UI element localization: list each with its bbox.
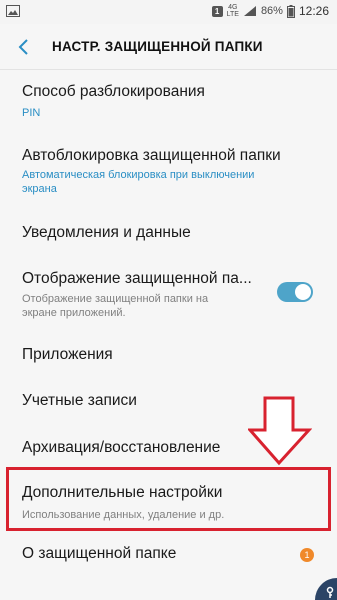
- notification-icons: [6, 5, 20, 20]
- signal-icon: [243, 6, 256, 16]
- battery-percent: 86%: [260, 5, 283, 17]
- update-badge: 1: [300, 548, 314, 562]
- clock: 12:26: [298, 4, 329, 18]
- down-arrow-icon: [248, 396, 312, 466]
- setting-unlock-method[interactable]: Способ разблокирования PIN: [0, 76, 337, 128]
- screen: 1 4G LTE 86% 12:26 НАСТР. ЗАЩИЩЕННОЙ ПАП…: [0, 0, 337, 600]
- battery-icon: [286, 4, 295, 18]
- setting-show-secure-folder[interactable]: Отображение защищенной па... Отображение…: [0, 262, 337, 332]
- status-bar: 1 4G LTE 86% 12:26: [0, 0, 337, 24]
- image-notification-icon: [6, 5, 20, 17]
- setting-subtitle-line2: экране приложений.: [22, 307, 126, 319]
- sim-indicator: 1: [211, 5, 223, 17]
- accessibility-shortcut-icon[interactable]: [315, 578, 337, 600]
- setting-title: Автоблокировка защищенной папки: [22, 147, 281, 164]
- setting-title: О защищенной папке: [22, 545, 177, 562]
- setting-title: Приложения: [22, 346, 113, 363]
- setting-subtitle-line1: Отображение защищенной папки на: [22, 293, 209, 305]
- setting-auto-lock[interactable]: Автоблокировка защищенной папки Автомати…: [0, 140, 337, 210]
- back-arrow-icon[interactable]: [14, 37, 34, 57]
- show-secure-folder-toggle[interactable]: [277, 282, 313, 302]
- setting-title: Архивация/восстановление: [22, 439, 221, 456]
- setting-apps[interactable]: Приложения: [0, 340, 337, 380]
- network-type: 4G LTE: [226, 4, 239, 18]
- setting-title: Отображение защищенной па...: [22, 270, 252, 287]
- setting-title: Учетные записи: [22, 392, 137, 409]
- page-title: НАСТР. ЗАЩИЩЕННОЙ ПАПКИ: [52, 39, 263, 54]
- setting-subtitle: PIN: [22, 107, 41, 119]
- setting-title: Способ разблокирования: [22, 83, 205, 100]
- toggle-knob: [295, 284, 311, 300]
- setting-subtitle-line2: экрана: [22, 183, 57, 195]
- setting-about-secure-folder[interactable]: О защищенной папке 1: [0, 540, 337, 576]
- app-header: НАСТР. ЗАЩИЩЕННОЙ ПАПКИ: [0, 24, 337, 70]
- setting-subtitle-line1: Автоматическая блокировка при выключении: [22, 169, 255, 181]
- key-icon: [326, 586, 334, 598]
- highlight-box: [6, 467, 331, 531]
- setting-notifications-data[interactable]: Уведомления и данные: [0, 216, 337, 256]
- setting-title: Уведомления и данные: [22, 224, 191, 241]
- status-icons: 1 4G LTE 86% 12:26: [211, 4, 329, 18]
